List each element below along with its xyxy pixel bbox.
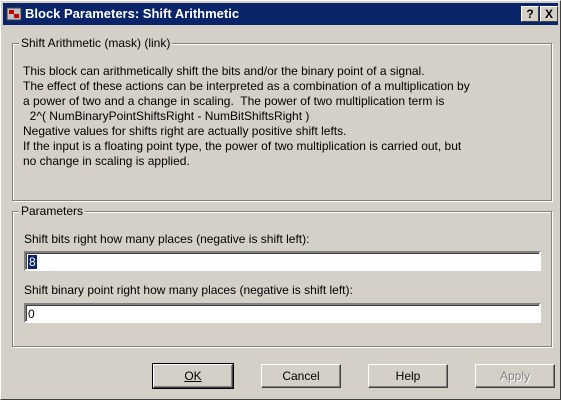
ok-button[interactable]: OK [152,363,234,389]
dialog-title: Block Parameters: Shift Arithmetic [25,6,240,21]
block-description: This block can arithmetically shift the … [23,64,470,168]
shift-bits-value: 8 [28,255,37,269]
help-label: Help [395,369,421,383]
apply-label: Apply [499,369,531,383]
parameters-group: Parameters Shift bits right how many pla… [12,204,552,347]
block-parameters-dialog: Block Parameters: Shift Arithmetic ? X S… [0,0,561,400]
parameters-legend: Parameters [19,204,86,218]
close-icon[interactable]: X [540,6,558,22]
apply-button[interactable]: Apply [475,364,555,388]
help-icon[interactable]: ? [521,6,539,22]
shift-binary-point-value: 0 [28,307,35,321]
help-button[interactable]: Help [368,364,448,388]
shift-binary-point-input[interactable]: 0 [24,303,541,323]
description-legend: Shift Arithmetic (mask) (link) [19,36,173,50]
cancel-label: Cancel [282,369,320,383]
description-group: Shift Arithmetic (mask) (link) This bloc… [12,36,552,201]
shift-bits-input[interactable]: 8 [24,251,541,271]
shift-bits-label: Shift bits right how many places (negati… [24,232,310,246]
shift-binary-point-label: Shift binary point right how many places… [24,283,353,297]
title-bar[interactable]: Block Parameters: Shift Arithmetic ? X [3,3,558,25]
cancel-button[interactable]: Cancel [261,364,341,388]
simulink-block-icon [6,7,22,21]
ok-label: OK [184,369,202,383]
